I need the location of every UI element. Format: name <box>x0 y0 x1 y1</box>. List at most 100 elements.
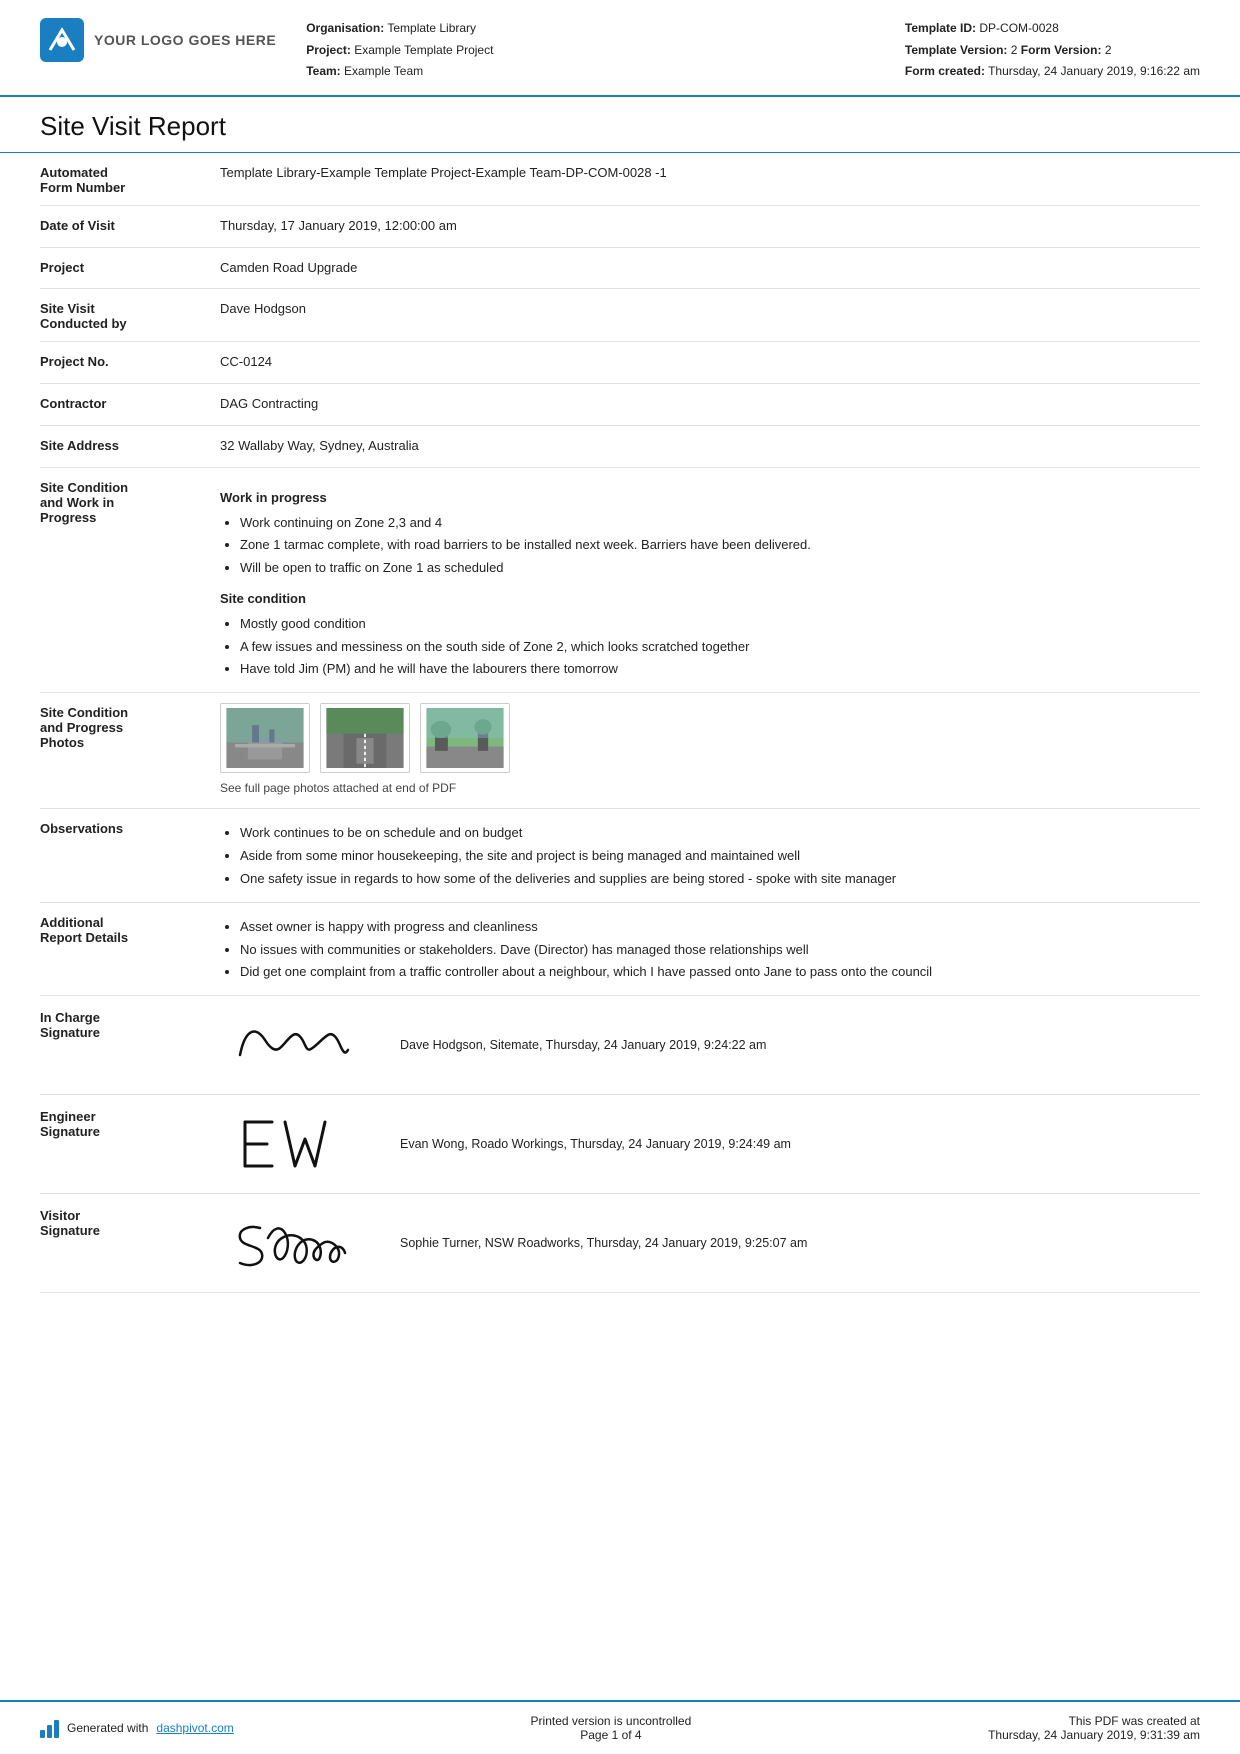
template-version-label: Template Version: <box>905 43 1007 57</box>
signature-row-in-charge: In ChargeSignature Dave Hodgson, Sitemat… <box>40 996 1200 1095</box>
field-row-photos: Site Conditionand ProgressPhotos <box>40 693 1200 809</box>
team-value: Example Team <box>344 64 423 78</box>
observations-list: Work continues to be on schedule and on … <box>240 823 1200 889</box>
photos-caption: See full page photos attached at end of … <box>220 779 1200 798</box>
header: YOUR LOGO GOES HERE Organisation: Templa… <box>0 0 1240 97</box>
field-row-site-address: Site Address 32 Wallaby Way, Sydney, Aus… <box>40 426 1200 468</box>
photo-thumb-1 <box>220 703 310 773</box>
sig-text-engineer: Evan Wong, Roado Workings, Thursday, 24 … <box>400 1137 791 1151</box>
footer-center: Printed version is uncontrolled Page 1 o… <box>531 1714 692 1742</box>
field-label-date-of-visit: Date of Visit <box>40 216 220 233</box>
field-row-contractor: Contractor DAG Contracting <box>40 384 1200 426</box>
list-item: Work continues to be on schedule and on … <box>240 823 1200 844</box>
sig-content-engineer: Evan Wong, Roado Workings, Thursday, 24 … <box>220 1109 1200 1179</box>
logo-area: YOUR LOGO GOES HERE <box>40 18 276 62</box>
field-value-form-number: Template Library-Example Template Projec… <box>220 163 1200 184</box>
site-condition-list: Mostly good condition A few issues and m… <box>240 614 1200 680</box>
list-item: A few issues and messiness on the south … <box>240 637 1200 658</box>
template-id-label: Template ID: <box>905 21 976 35</box>
spacer <box>0 1497 1240 1700</box>
list-item: Aside from some minor housekeeping, the … <box>240 846 1200 867</box>
field-label-contractor: Contractor <box>40 394 220 411</box>
sig-image-visitor <box>220 1208 370 1278</box>
field-row-observations: Observations Work continues to be on sch… <box>40 809 1200 902</box>
project-value: Example Template Project <box>354 43 493 57</box>
field-value-additional: Asset owner is happy with progress and c… <box>220 913 1200 985</box>
field-label-site-condition: Site Conditionand Work inProgress <box>40 478 220 525</box>
dashpivot-bar-icon <box>40 1718 59 1738</box>
field-row-form-number: AutomatedForm Number Template Library-Ex… <box>40 153 1200 206</box>
footer: Generated with dashpivot.com Printed ver… <box>0 1700 1240 1754</box>
photo-thumb-2 <box>320 703 410 773</box>
org-value: Template Library <box>387 21 476 35</box>
sig-text-visitor: Sophie Turner, NSW Roadworks, Thursday, … <box>400 1236 807 1250</box>
field-label-project: Project <box>40 258 220 275</box>
header-meta: Organisation: Template Library Project: … <box>276 18 905 83</box>
field-label-site-address: Site Address <box>40 436 220 453</box>
field-label-form-number: AutomatedForm Number <box>40 163 220 195</box>
work-in-progress-list: Work continuing on Zone 2,3 and 4 Zone 1… <box>240 513 1200 579</box>
footer-right: This PDF was created at Thursday, 24 Jan… <box>988 1714 1200 1742</box>
list-item: Mostly good condition <box>240 614 1200 635</box>
signature-row-visitor: VisitorSignature Sophie Turner, NSW Road… <box>40 1194 1200 1293</box>
field-label-conducted-by: Site VisitConducted by <box>40 299 220 331</box>
additional-list: Asset owner is happy with progress and c… <box>240 917 1200 983</box>
field-value-conducted-by: Dave Hodgson <box>220 299 1200 320</box>
field-row-project: Project Camden Road Upgrade <box>40 248 1200 290</box>
header-right: Template ID: DP-COM-0028 Template Versio… <box>905 18 1200 83</box>
form-version-value: 2 <box>1105 43 1112 57</box>
list-item: Asset owner is happy with progress and c… <box>240 917 1200 938</box>
pdf-created-value: Thursday, 24 January 2019, 9:31:39 am <box>988 1728 1200 1742</box>
sig-image-in-charge <box>220 1010 370 1080</box>
field-label-project-no: Project No. <box>40 352 220 369</box>
list-item: Work continuing on Zone 2,3 and 4 <box>240 513 1200 534</box>
project-label: Project: <box>306 43 351 57</box>
footer-left: Generated with dashpivot.com <box>40 1718 234 1738</box>
page-label: Page 1 of 4 <box>531 1728 692 1742</box>
photo-thumb-3 <box>420 703 510 773</box>
form-created-label: Form created: <box>905 64 985 78</box>
field-value-site-condition: Work in progress Work continuing on Zone… <box>220 478 1200 682</box>
uncontrolled-text: Printed version is uncontrolled <box>531 1714 692 1728</box>
field-row-additional: AdditionalReport Details Asset owner is … <box>40 903 1200 996</box>
site-condition-heading: Site condition <box>220 589 1200 610</box>
sig-image-engineer <box>220 1109 370 1179</box>
generated-text: Generated with <box>67 1721 148 1735</box>
field-label-photos: Site Conditionand ProgressPhotos <box>40 703 220 750</box>
page: YOUR LOGO GOES HERE Organisation: Templa… <box>0 0 1240 1754</box>
list-item: Did get one complaint from a traffic con… <box>240 962 1200 983</box>
form-version-label: Form Version: <box>1021 43 1102 57</box>
field-value-photos: See full page photos attached at end of … <box>220 703 1200 798</box>
field-label-observations: Observations <box>40 819 220 836</box>
field-row-conducted-by: Site VisitConducted by Dave Hodgson <box>40 289 1200 342</box>
field-value-project-no: CC-0124 <box>220 352 1200 373</box>
field-value-observations: Work continues to be on schedule and on … <box>220 819 1200 891</box>
sig-content-in-charge: Dave Hodgson, Sitemate, Thursday, 24 Jan… <box>220 1010 1200 1080</box>
list-item: Have told Jim (PM) and he will have the … <box>240 659 1200 680</box>
team-label: Team: <box>306 64 340 78</box>
template-id-value: DP-COM-0028 <box>979 21 1058 35</box>
field-value-contractor: DAG Contracting <box>220 394 1200 415</box>
sig-text-in-charge: Dave Hodgson, Sitemate, Thursday, 24 Jan… <box>400 1038 766 1052</box>
content: AutomatedForm Number Template Library-Ex… <box>0 153 1240 1497</box>
pdf-created-label: This PDF was created at <box>988 1714 1200 1728</box>
field-value-date-of-visit: Thursday, 17 January 2019, 12:00:00 am <box>220 216 1200 237</box>
field-value-project: Camden Road Upgrade <box>220 258 1200 279</box>
report-title: Site Visit Report <box>0 97 1240 153</box>
photos-row <box>220 703 1200 773</box>
sig-label-in-charge: In ChargeSignature <box>40 1010 220 1040</box>
list-item: No issues with communities or stakeholde… <box>240 940 1200 961</box>
template-version-value: 2 <box>1011 43 1018 57</box>
field-value-site-address: 32 Wallaby Way, Sydney, Australia <box>220 436 1200 457</box>
org-label: Organisation: <box>306 21 384 35</box>
dashpivot-link[interactable]: dashpivot.com <box>156 1721 233 1735</box>
list-item: Zone 1 tarmac complete, with road barrie… <box>240 535 1200 556</box>
sig-content-visitor: Sophie Turner, NSW Roadworks, Thursday, … <box>220 1208 1200 1278</box>
sig-label-engineer: EngineerSignature <box>40 1109 220 1139</box>
field-label-additional: AdditionalReport Details <box>40 913 220 945</box>
field-row-site-condition: Site Conditionand Work inProgress Work i… <box>40 468 1200 693</box>
list-item: Will be open to traffic on Zone 1 as sch… <box>240 558 1200 579</box>
work-in-progress-heading: Work in progress <box>220 488 1200 509</box>
logo-icon <box>40 18 84 62</box>
sig-label-visitor: VisitorSignature <box>40 1208 220 1238</box>
